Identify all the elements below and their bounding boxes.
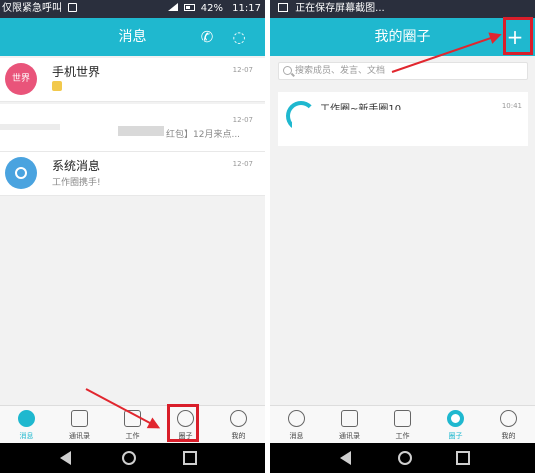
sim-icon <box>68 3 78 12</box>
circle-time: 10:41 <box>501 102 522 110</box>
search-bar[interactable] <box>278 62 528 80</box>
conversation-time: 12-07 <box>232 66 253 74</box>
page-title: 消息 <box>118 29 147 45</box>
wifi-icon <box>168 3 179 11</box>
tab-work[interactable]: 工作 <box>376 406 429 444</box>
blurred-region <box>118 126 164 136</box>
battery-level: 42% <box>200 3 223 14</box>
circle-list-item[interactable]: 工作圈~新手圈10 10:41 <box>278 92 528 146</box>
system-nav-bar <box>270 443 535 473</box>
conversation-item[interactable]: 系统消息 12-07 工作圈携手! <box>0 152 265 196</box>
conversation-item[interactable]: 世界 手机世界 12-07 <box>0 58 265 102</box>
conversation-time: 12-07 <box>232 160 253 168</box>
user-icon <box>230 410 247 427</box>
tab-messages[interactable]: 消息 <box>0 406 53 444</box>
avatar-blurred <box>0 112 60 144</box>
tab-contacts[interactable]: 通讯录 <box>53 406 106 444</box>
bottom-tab-bar: 消息 通讯录 工作 圈子 我的 <box>0 405 265 443</box>
blurred-region <box>292 110 442 146</box>
highlight-box <box>503 17 533 55</box>
chat-bubble-icon[interactable]: ◌ <box>229 27 249 47</box>
conversation-time: 12-07 <box>232 116 253 124</box>
search-icon <box>283 66 292 75</box>
conversation-name: 系统消息 <box>52 159 101 173</box>
message-icon <box>18 410 35 427</box>
emoji-icon <box>52 81 62 91</box>
battery-icon <box>183 4 195 11</box>
status-bar: 正在保存屏幕截图... <box>270 0 535 18</box>
avatar: 世界 <box>5 63 37 95</box>
conversation-name: 手机世界 <box>52 65 101 79</box>
bottom-tab-bar: 消息 通讯录 工作 圈子 我的 <box>270 405 535 443</box>
avatar <box>5 157 37 189</box>
home-icon[interactable] <box>122 451 136 465</box>
status-bar: 仅限紧急呼叫 42% 11:17 <box>0 0 265 18</box>
conversation-preview: 红包】12月来点... <box>166 130 241 140</box>
contacts-icon <box>71 410 88 427</box>
message-icon <box>288 410 305 427</box>
conversation-preview: 工作圈携手! <box>52 178 101 188</box>
clock: 11:17 <box>232 3 261 14</box>
grid-icon <box>394 410 411 427</box>
highlight-box <box>167 404 199 442</box>
gear-icon <box>15 167 27 179</box>
screenshot-icon <box>278 3 288 12</box>
right-phone-screen: 正在保存屏幕截图... 我的圈子 + 工作圈~新手圈10 10:41 消息 通讯… <box>270 0 535 473</box>
back-icon[interactable] <box>340 451 351 465</box>
title-bar: 消息 ✆ ◌ <box>0 18 265 56</box>
contacts-icon <box>341 410 358 427</box>
system-nav-bar <box>0 443 265 473</box>
phone-icon[interactable]: ✆ <box>197 27 217 47</box>
user-icon <box>500 410 517 427</box>
home-icon[interactable] <box>398 451 412 465</box>
back-icon[interactable] <box>60 451 71 465</box>
tab-circles[interactable]: 圈子 <box>429 406 482 444</box>
tab-me[interactable]: 我的 <box>482 406 535 444</box>
tab-messages[interactable]: 消息 <box>270 406 323 444</box>
recent-apps-icon[interactable] <box>183 451 197 465</box>
status-notice: 正在保存屏幕截图... <box>295 3 385 14</box>
left-phone-screen: 仅限紧急呼叫 42% 11:17 消息 ✆ ◌ 世界 手机世界 12-07 12… <box>0 0 265 473</box>
carrier-text: 仅限紧急呼叫 <box>2 3 62 14</box>
conversation-item[interactable]: 12-07 红包】12月来点... <box>0 104 265 152</box>
tab-me[interactable]: 我的 <box>212 406 265 444</box>
recent-apps-icon[interactable] <box>456 451 470 465</box>
tab-contacts[interactable]: 通讯录 <box>323 406 376 444</box>
circle-icon <box>447 410 464 427</box>
